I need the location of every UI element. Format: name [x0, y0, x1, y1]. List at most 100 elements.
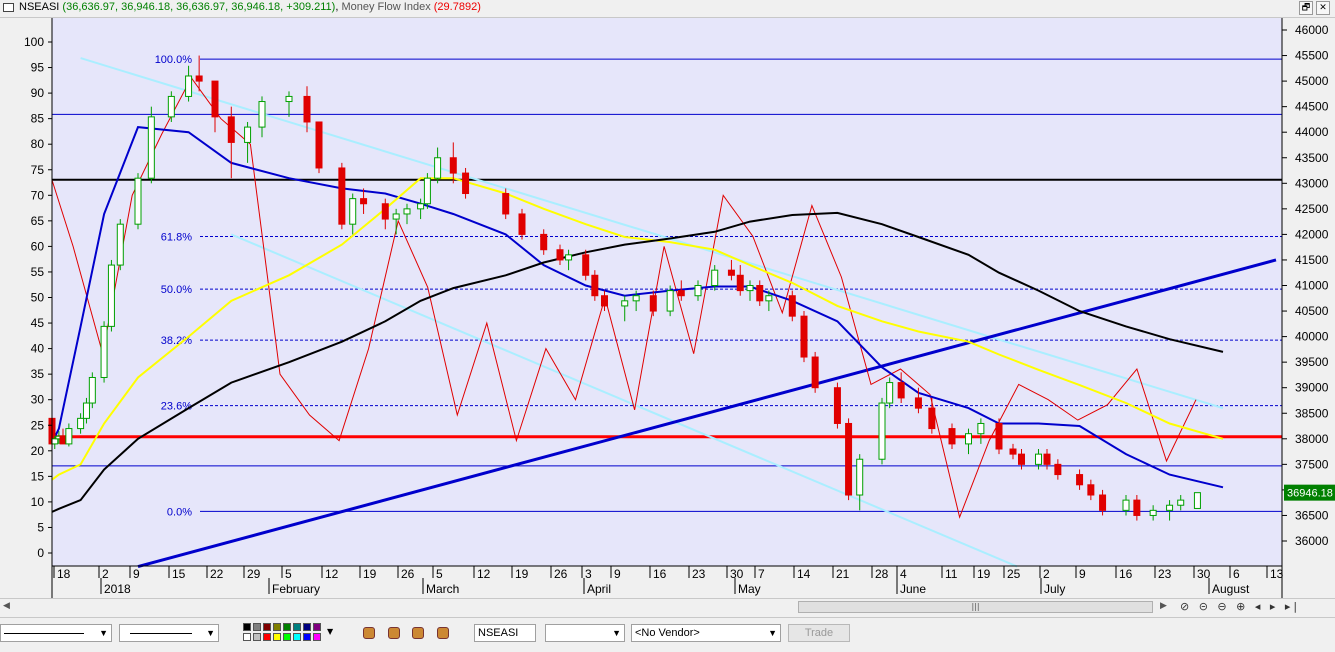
candle-body — [100, 325, 108, 378]
color-swatch[interactable] — [293, 633, 301, 641]
candle-body — [765, 295, 773, 302]
color-palette[interactable] — [243, 623, 323, 643]
candle-body — [51, 438, 59, 445]
last-price-marker: 36946.18 — [1284, 484, 1335, 501]
draw-tool-2-icon[interactable] — [388, 627, 400, 639]
color-swatch[interactable] — [303, 623, 311, 631]
candle-body — [258, 101, 266, 128]
color-swatch[interactable] — [253, 623, 261, 631]
candle-body — [540, 233, 548, 251]
interval-select[interactable]: ▼ — [545, 624, 625, 642]
horizontal-scrollbar[interactable]: ◀ ||| ▶ ⊘ ⊝ ⊖ ⊕ ◂ ▸ ▸| — [0, 598, 1335, 617]
price-tick-label: 44500 — [1295, 100, 1329, 114]
price-tick-label: 44000 — [1295, 125, 1329, 139]
date-tick-label: 19 — [363, 567, 377, 581]
month-label: February — [272, 582, 320, 596]
candle-body — [360, 198, 368, 205]
candle-body — [147, 116, 155, 179]
mfi-tick-label: 55 — [31, 265, 45, 279]
trade-button[interactable]: Trade — [788, 624, 850, 642]
candle-body — [195, 75, 203, 82]
mfi-tick-label: 80 — [31, 137, 45, 151]
candle — [116, 219, 124, 271]
candle-body — [1193, 492, 1201, 509]
date-tick-label: 9 — [1079, 567, 1086, 581]
color-swatch[interactable] — [273, 623, 281, 631]
date-tick-label: 19 — [515, 567, 529, 581]
color-swatch[interactable] — [243, 633, 251, 641]
candle-body — [1035, 453, 1042, 465]
line-style-select[interactable]: ▼ — [0, 624, 112, 642]
candle-body — [756, 285, 764, 302]
candle — [315, 121, 323, 174]
candle-body — [82, 402, 90, 419]
candle-body — [677, 290, 685, 297]
month-label: March — [426, 582, 459, 596]
fib-label: 50.0% — [161, 284, 192, 296]
candle-body — [788, 295, 796, 317]
indicator-name: Money Flow Index — [341, 1, 431, 13]
candle-body — [800, 315, 808, 358]
date-tick-label: 14 — [797, 567, 811, 581]
candle-body — [928, 407, 936, 430]
symbol-label: NSEASI — [19, 1, 60, 13]
close-button[interactable]: ✕ — [1316, 1, 1330, 15]
date-tick-label: 5 — [436, 567, 443, 581]
candle-body — [423, 177, 431, 205]
color-swatch[interactable] — [283, 623, 291, 631]
color-swatch[interactable] — [243, 623, 251, 631]
color-swatch[interactable] — [263, 633, 271, 641]
candle-body — [381, 203, 389, 220]
draw-tool-1-icon[interactable] — [363, 627, 375, 639]
date-tick-label: 2 — [1043, 567, 1050, 581]
candle-body — [886, 382, 894, 404]
draw-tool-4-icon[interactable] — [437, 627, 449, 639]
symbol-input[interactable]: NSEASI — [474, 624, 536, 642]
scroll-thumb[interactable]: ||| — [798, 601, 1153, 613]
date-tick-label: 7 — [758, 567, 765, 581]
zoom-controls[interactable]: ⊘ ⊝ ⊖ ⊕ ◂ ▸ ▸| — [1180, 600, 1300, 613]
fib-label: 0.0% — [167, 506, 192, 518]
month-label: August — [1212, 582, 1250, 596]
palette-dropdown-icon[interactable]: ▼ — [327, 627, 333, 636]
scroll-left-icon[interactable]: ◀ — [3, 601, 10, 611]
color-swatch[interactable] — [303, 633, 311, 641]
candle-body — [185, 75, 193, 97]
candle-body — [556, 249, 564, 261]
line-width-select[interactable]: ▼ — [119, 624, 219, 642]
color-swatch[interactable] — [313, 633, 321, 641]
candle-body — [227, 116, 235, 143]
vendor-select[interactable]: <No Vendor> ▼ — [631, 624, 781, 642]
window-menu-icon[interactable] — [3, 3, 14, 12]
color-swatch[interactable] — [273, 633, 281, 641]
color-swatch[interactable] — [283, 633, 291, 641]
color-swatch[interactable] — [293, 623, 301, 631]
date-tick-label: 11 — [945, 567, 958, 581]
color-swatch[interactable] — [313, 623, 321, 631]
color-swatch[interactable] — [263, 623, 271, 631]
candle-body — [88, 376, 96, 404]
mfi-tick-label: 5 — [37, 520, 44, 534]
restore-button[interactable]: 🗗 — [1299, 1, 1313, 15]
date-tick-label: 23 — [692, 567, 706, 581]
price-chart[interactable]: 100.0%61.8%50.0%38.2%23.6%0.0% 100959085… — [0, 18, 1335, 598]
candle-body — [1076, 474, 1084, 486]
candle-body — [403, 208, 411, 215]
mfi-tick-label: 65 — [31, 214, 45, 228]
color-swatch[interactable] — [253, 633, 261, 641]
scroll-right-icon[interactable]: ▶ — [1160, 601, 1167, 611]
price-tick-label: 36500 — [1295, 508, 1329, 522]
date-tick-label: 15 — [172, 567, 186, 581]
date-tick-label: 21 — [836, 567, 850, 581]
draw-tool-3-icon[interactable] — [412, 627, 424, 639]
month-label: April — [587, 582, 611, 596]
date-tick-label: 23 — [1158, 567, 1172, 581]
candle-body — [1099, 494, 1107, 511]
candle — [338, 162, 346, 230]
date-tick-label: 16 — [653, 567, 667, 581]
price-tick-label: 40500 — [1295, 304, 1329, 318]
title-bar: NSEASI (36,636.97, 36,946.18, 36,636.97,… — [0, 0, 1335, 18]
mfi-tick-label: 20 — [31, 444, 45, 458]
mfi-tick-label: 40 — [31, 342, 45, 356]
candle — [811, 351, 819, 393]
